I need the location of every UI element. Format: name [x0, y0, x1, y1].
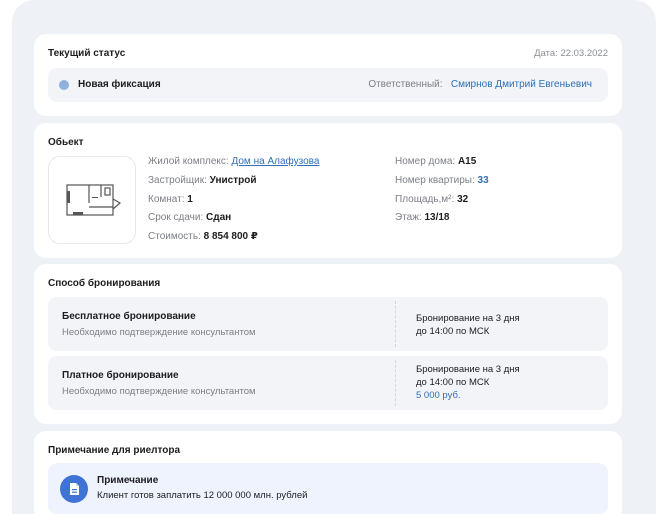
note-text: Клиент готов заплатить 12 000 000 млн. р… — [97, 490, 308, 501]
flat-value-link[interactable]: 33 — [478, 175, 489, 186]
house-value: А15 — [457, 156, 477, 167]
complex-label: Жилой комплекс: — [148, 156, 229, 167]
booking-option-terms: Бронирование на 3 дня до 14:00 по МСК 5 … — [416, 363, 520, 402]
deadline-label: Срок сдачи: — [148, 212, 204, 223]
status-date: Дата: 22.03.2022 — [534, 48, 608, 59]
flat-row: Номер квартиры: 33 — [395, 175, 489, 186]
responsible-label: Ответственный: — [368, 79, 443, 90]
developer-value: Унистрой — [209, 175, 257, 186]
note-box: Примечание Клиент готов заплатить 12 000… — [48, 463, 608, 514]
booking-option-terms: Бронирование на 3 дня до 14:00 по МСК — [416, 312, 520, 338]
booking-term-duration: Бронирование на 3 дня — [416, 364, 520, 375]
booking-price: 5 000 руб. — [416, 390, 461, 401]
booking-option-note: Необходимо подтверждение консультантом — [62, 386, 256, 397]
price-label: Стоимость: — [148, 231, 201, 242]
divider — [395, 301, 396, 347]
responsible-name-link[interactable]: Смирнов Дмитрий Евгеньевич — [451, 79, 592, 90]
realtor-note-title: Примечание для риелтора — [48, 445, 181, 456]
floor-label: Этаж: — [395, 212, 422, 223]
floor-plan-thumbnail[interactable] — [48, 156, 136, 244]
object-card: Обьект Жилой комплекс: Дом на Алафузова … — [34, 123, 622, 258]
rooms-value: 1 — [187, 194, 193, 205]
divider — [395, 360, 396, 406]
status-dot-icon — [59, 80, 69, 90]
realtor-note-card: Примечание для риелтора Примечание Клиен… — [34, 431, 622, 514]
note-heading: Примечание — [97, 475, 159, 486]
booking-card: Способ бронирования Бесплатное бронирова… — [34, 264, 622, 424]
rooms-row: Комнат: 1 — [148, 194, 193, 205]
floor-value: 13/18 — [424, 212, 450, 223]
area-label: Площадь,м²: — [395, 194, 455, 205]
status-label: Новая фиксация — [78, 79, 161, 90]
booking-term-deadline: до 14:00 по МСК — [416, 377, 490, 388]
status-bar: Новая фиксация Ответственный: Смирнов Дм… — [48, 68, 608, 102]
developer-label: Застройщик: — [148, 175, 207, 186]
booking-term-duration: Бронирование на 3 дня — [416, 313, 520, 324]
status-card: Текущий статус Дата: 22.03.2022 Новая фи… — [34, 34, 622, 116]
floor-row: Этаж: 13/18 — [395, 212, 450, 223]
house-row: Номер дома: А15 — [395, 156, 476, 167]
deadline-row: Срок сдачи: Сдан — [148, 212, 231, 223]
object-card-title: Обьект — [48, 137, 84, 148]
booking-option-name: Бесплатное бронирование — [62, 311, 196, 322]
floor-plan-icon — [66, 184, 122, 216]
booking-card-title: Способ бронирования — [48, 278, 161, 289]
booking-option-note: Необходимо подтверждение консультантом — [62, 327, 256, 338]
developer-row: Застройщик: Унистрой — [148, 175, 257, 186]
rooms-label: Комнат: — [148, 194, 185, 205]
complex-row: Жилой комплекс: Дом на Алафузова — [148, 156, 319, 167]
house-label: Номер дома: — [395, 156, 456, 167]
price-value: 8 854 800 ₽ — [203, 231, 258, 242]
booking-term-deadline: до 14:00 по МСК — [416, 326, 490, 337]
booking-option-paid[interactable]: Платное бронирование Необходимо подтверж… — [48, 356, 608, 410]
booking-option-free[interactable]: Бесплатное бронирование Необходимо подтв… — [48, 297, 608, 351]
document-icon — [60, 475, 88, 503]
price-row: Стоимость: 8 854 800 ₽ — [148, 231, 258, 242]
complex-link[interactable]: Дом на Алафузова — [231, 156, 319, 167]
booking-option-name: Платное бронирование — [62, 370, 179, 381]
responsible: Ответственный: Смирнов Дмитрий Евгеньеви… — [368, 79, 592, 90]
flat-label: Номер квартиры: — [395, 175, 475, 186]
deadline-value: Сдан — [206, 212, 232, 223]
area-value: 32 — [457, 194, 469, 205]
status-card-title: Текущий статус — [48, 48, 126, 59]
area-row: Площадь,м²: 32 — [395, 194, 468, 205]
